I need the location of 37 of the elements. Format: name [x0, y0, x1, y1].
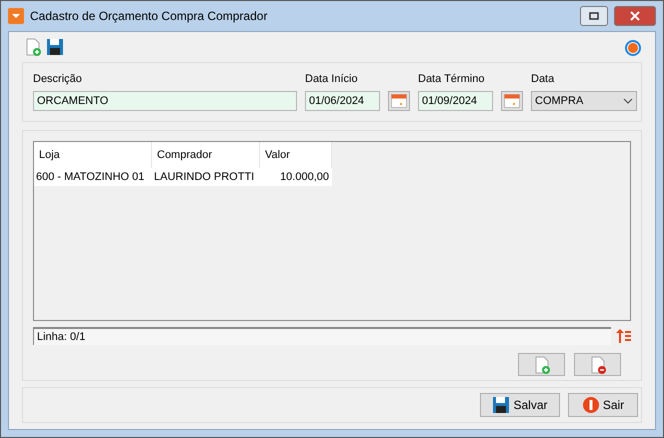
calendar-icon	[391, 94, 407, 108]
window-title: Cadastro de Orçamento Compra Comprador	[30, 9, 268, 23]
add-document-icon	[24, 38, 42, 56]
column-header[interactable]: Comprador	[152, 142, 260, 168]
save-button[interactable]: Salvar	[480, 393, 560, 417]
restore-icon	[589, 12, 599, 20]
calendar-icon	[504, 94, 520, 108]
exit-button[interactable]: Sair	[568, 393, 638, 417]
table-cell: 10.000,00	[260, 168, 332, 186]
table-cell: LAURINDO PROTTI	[152, 168, 260, 186]
chevron-down-icon	[623, 98, 633, 104]
field-label: Data Início	[305, 73, 359, 85]
date-field[interactable]: 01/09/2024	[418, 91, 493, 111]
power-icon	[582, 396, 600, 414]
calendar-button[interactable]	[388, 91, 410, 111]
field-label: Data	[531, 73, 556, 85]
date-type-dropdown[interactable]: COMPRA	[531, 91, 637, 111]
sort-icon[interactable]	[615, 328, 631, 344]
row-counter: Linha: 0/1	[33, 327, 611, 345]
date-field[interactable]: 01/06/2024	[305, 91, 380, 111]
field-label: Data Término	[418, 73, 486, 85]
table-cell: 600 - MATOZINHO 01	[34, 168, 152, 186]
close-button[interactable]	[614, 6, 656, 26]
remove-row-button[interactable]	[574, 353, 621, 376]
remove-document-icon	[588, 356, 606, 374]
save-icon	[492, 396, 510, 414]
description-field[interactable]: ORCAMENTO	[33, 91, 297, 111]
add-row-button[interactable]	[518, 353, 565, 376]
save-icon	[46, 38, 64, 56]
restore-button[interactable]	[580, 6, 608, 26]
column-header[interactable]: Valor	[260, 142, 332, 168]
column-header[interactable]: Loja	[34, 142, 152, 168]
close-icon	[630, 11, 640, 21]
add-document-icon	[532, 356, 550, 374]
app-icon	[8, 8, 24, 24]
field-label: Descrição	[33, 73, 83, 85]
calendar-button[interactable]	[501, 91, 523, 111]
